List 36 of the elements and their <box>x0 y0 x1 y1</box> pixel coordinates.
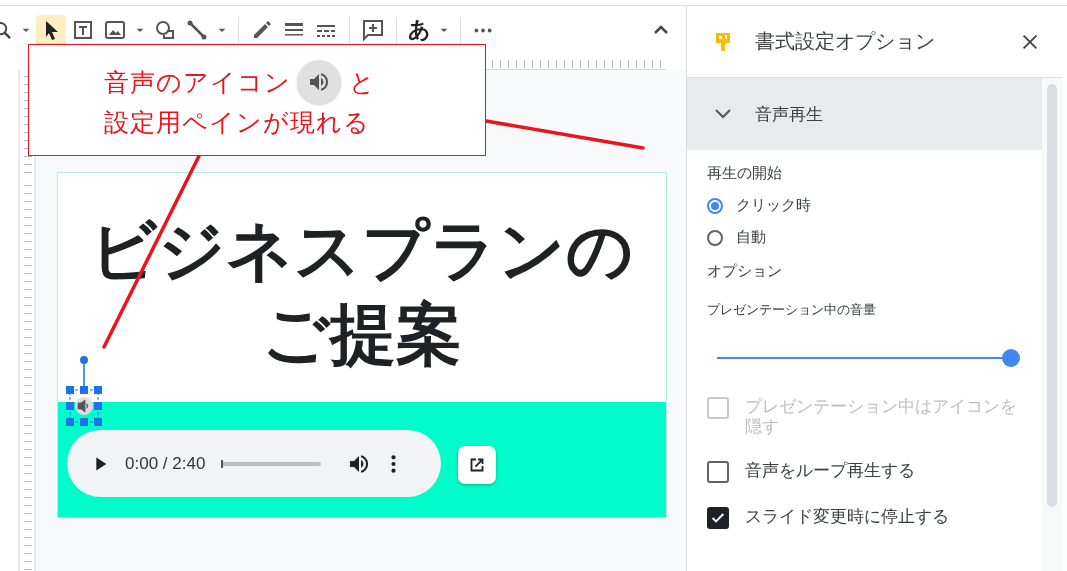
scrollbar[interactable] <box>1042 78 1062 571</box>
checkbox-option: プレゼンテーション中はアイコンを隠す <box>707 397 1027 437</box>
cursor-tool[interactable] <box>36 15 66 45</box>
speaker-icon <box>307 70 331 94</box>
line-icon <box>185 18 209 42</box>
image-icon <box>103 18 127 42</box>
radio-button[interactable] <box>707 229 723 246</box>
section-header[interactable]: 音声再生 <box>687 78 1042 150</box>
more-button[interactable] <box>391 454 397 473</box>
callout-text: 音声のアイコン <box>104 67 291 98</box>
slider-thumb[interactable] <box>1002 349 1020 367</box>
section-label: オプション <box>707 262 783 281</box>
selected-speaker-drawing[interactable] <box>65 356 105 428</box>
scroll-thumb[interactable] <box>1047 84 1057 507</box>
callout-text: 設定用ペインが現れる <box>104 107 371 138</box>
more-icon <box>474 27 492 33</box>
progress-thumb[interactable] <box>221 459 224 468</box>
more-icon <box>391 454 397 473</box>
open-button[interactable] <box>458 446 496 484</box>
time-readout: 0:00 / 2:40 <box>125 453 206 474</box>
text-box-icon <box>71 18 95 42</box>
radio-option[interactable]: 自動 <box>707 228 766 247</box>
radio-option[interactable]: クリック時 <box>707 196 811 215</box>
shape-icon <box>153 18 177 42</box>
checkbox-option[interactable]: スライド変更時に停止する <box>707 507 1027 529</box>
add-comment-icon <box>361 18 385 42</box>
field-label: プレゼンテーション中の音量 <box>707 301 877 319</box>
callout-text: と <box>349 67 376 98</box>
panel-title: 書式設定オプション <box>755 29 935 54</box>
checkbox[interactable] <box>707 507 729 529</box>
checkbox[interactable] <box>707 461 729 483</box>
radio-button[interactable] <box>707 197 723 214</box>
field-label: 再生の開始 <box>707 164 783 183</box>
checkbox-option[interactable]: 音声をループ再生する <box>707 461 1027 483</box>
font-button[interactable]: あ <box>405 15 434 45</box>
slide-title: ご提案 <box>262 295 462 373</box>
